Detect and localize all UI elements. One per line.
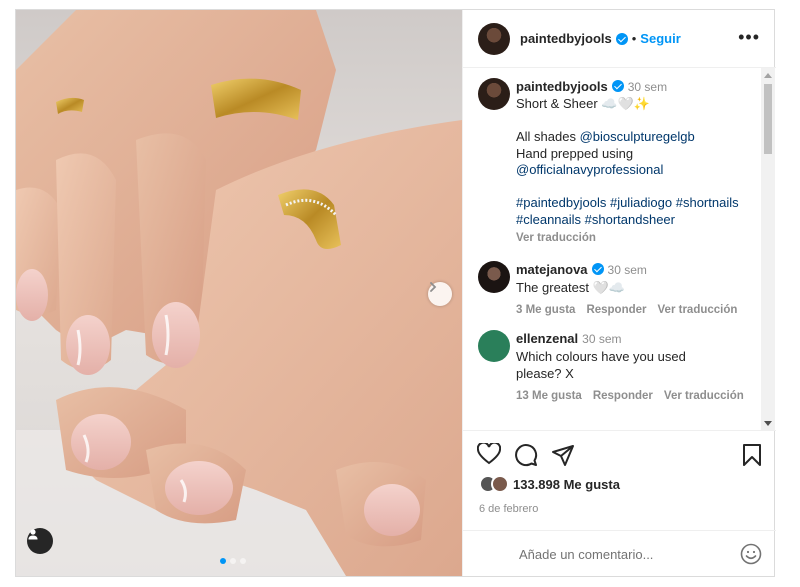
verified-badge-icon xyxy=(615,32,628,45)
follow-button[interactable]: Seguir xyxy=(640,31,680,46)
caption-line xyxy=(516,113,763,130)
comment-likes[interactable]: 3 Me gusta xyxy=(516,304,575,316)
reply-button[interactable]: Responder xyxy=(586,304,646,316)
comment-username[interactable]: ellenzenal xyxy=(516,331,578,346)
comment-likes[interactable]: 13 Me gusta xyxy=(516,390,582,402)
post-image[interactable] xyxy=(16,10,462,576)
comment-header: ellenzenal 30 sem xyxy=(516,330,763,348)
commenter-avatar[interactable] xyxy=(478,260,510,293)
liker-avatar xyxy=(491,475,509,493)
mention-link[interactable]: @officialnavyprofessional xyxy=(516,162,763,179)
save-bookmark-icon[interactable] xyxy=(742,443,762,467)
comment-item: matejanova 30 sem The greatest 🤍☁️ 3 Me g… xyxy=(478,260,763,316)
carousel-dots xyxy=(220,558,246,564)
comment-meta: 3 Me gusta Responder Ver traducción xyxy=(516,304,763,316)
caption-username[interactable]: paintedbyjools xyxy=(516,79,608,94)
translate-link[interactable]: Ver traducción xyxy=(664,390,744,402)
comments-scrollbar[interactable] xyxy=(761,68,775,430)
commenter-avatar[interactable] xyxy=(478,329,510,362)
comments-list[interactable]: paintedbyjools 30 sem Short & Sheer ☁️🤍✨ … xyxy=(463,68,763,430)
comment-item: ellenzenal 30 sem Which colours have you … xyxy=(478,329,763,402)
comment-time[interactable]: 30 sem xyxy=(582,332,621,346)
hands-photo xyxy=(16,10,462,576)
more-options-icon[interactable]: ••• xyxy=(738,28,760,46)
comment-bubble-icon[interactable] xyxy=(514,443,538,467)
translate-link[interactable]: Ver traducción xyxy=(658,304,738,316)
caption: paintedbyjools 30 sem Short & Sheer ☁️🤍✨ … xyxy=(478,78,763,247)
comment-username[interactable]: matejanova xyxy=(516,262,588,277)
mention-link[interactable]: @biosculpturegelgb xyxy=(580,129,695,144)
post-sidebar: paintedbyjools • Seguir ••• paintedbyjoo… xyxy=(462,10,776,576)
caption-line xyxy=(516,179,763,196)
post-actions: 133.898 Me gusta 6 de febrero xyxy=(463,430,776,530)
carousel-dot xyxy=(230,558,236,564)
translate-link[interactable]: Ver traducción xyxy=(516,230,763,247)
comment-input[interactable] xyxy=(519,543,719,565)
likes-summary[interactable]: 133.898 Me gusta xyxy=(479,475,620,493)
share-send-icon[interactable] xyxy=(551,443,575,467)
hashtags-line[interactable]: #cleannails #shortandsheer xyxy=(516,212,763,229)
verified-badge-icon xyxy=(611,80,624,92)
action-icons xyxy=(477,443,575,467)
comment-text: Which colours have you used please? X xyxy=(516,348,686,381)
comment-text: The greatest 🤍☁️ xyxy=(516,279,625,295)
comment-time[interactable]: 30 sem xyxy=(608,263,647,277)
caption-line: All shades @biosculpturegelgb xyxy=(516,129,763,146)
author-avatar[interactable] xyxy=(478,22,510,55)
carousel-dot xyxy=(240,558,246,564)
post-date[interactable]: 6 de febrero xyxy=(479,503,538,515)
likes-count[interactable]: 133.898 Me gusta xyxy=(513,477,620,492)
author-username[interactable]: paintedbyjools xyxy=(520,31,612,46)
caption-text: All shades xyxy=(516,129,576,144)
reply-button[interactable]: Responder xyxy=(593,390,653,402)
post-dialog: paintedbyjools • Seguir ••• paintedbyjoo… xyxy=(15,9,776,577)
caption-header: paintedbyjools 30 sem xyxy=(516,78,763,96)
caption-avatar[interactable] xyxy=(478,78,510,110)
chevron-right-icon xyxy=(430,282,437,292)
comment-meta: 13 Me gusta Responder Ver traducción xyxy=(516,390,763,402)
caption-line: Hand prepped using xyxy=(516,145,634,161)
header-separator: • xyxy=(631,31,637,46)
scroll-down-arrow-icon[interactable] xyxy=(764,421,772,426)
emoji-smiley-icon[interactable] xyxy=(740,543,762,565)
scrollbar-thumb[interactable] xyxy=(764,84,772,154)
user-icon xyxy=(28,529,38,540)
add-comment-bar xyxy=(463,530,776,576)
caption-time[interactable]: 30 sem xyxy=(628,80,667,94)
like-heart-icon[interactable] xyxy=(477,443,501,465)
carousel-dot-active xyxy=(220,558,226,564)
comment-header: matejanova 30 sem xyxy=(516,261,763,279)
scroll-up-arrow-icon[interactable] xyxy=(764,73,772,78)
next-image-button[interactable] xyxy=(428,282,452,306)
verified-badge-icon xyxy=(591,262,604,275)
caption-line: Short & Sheer ☁️🤍✨ xyxy=(516,96,650,111)
tagged-users-button[interactable] xyxy=(27,528,53,554)
hashtags-line[interactable]: #paintedbyjools #juliadiogo #shortnails xyxy=(516,195,763,212)
post-header: paintedbyjools • Seguir ••• xyxy=(463,10,776,68)
